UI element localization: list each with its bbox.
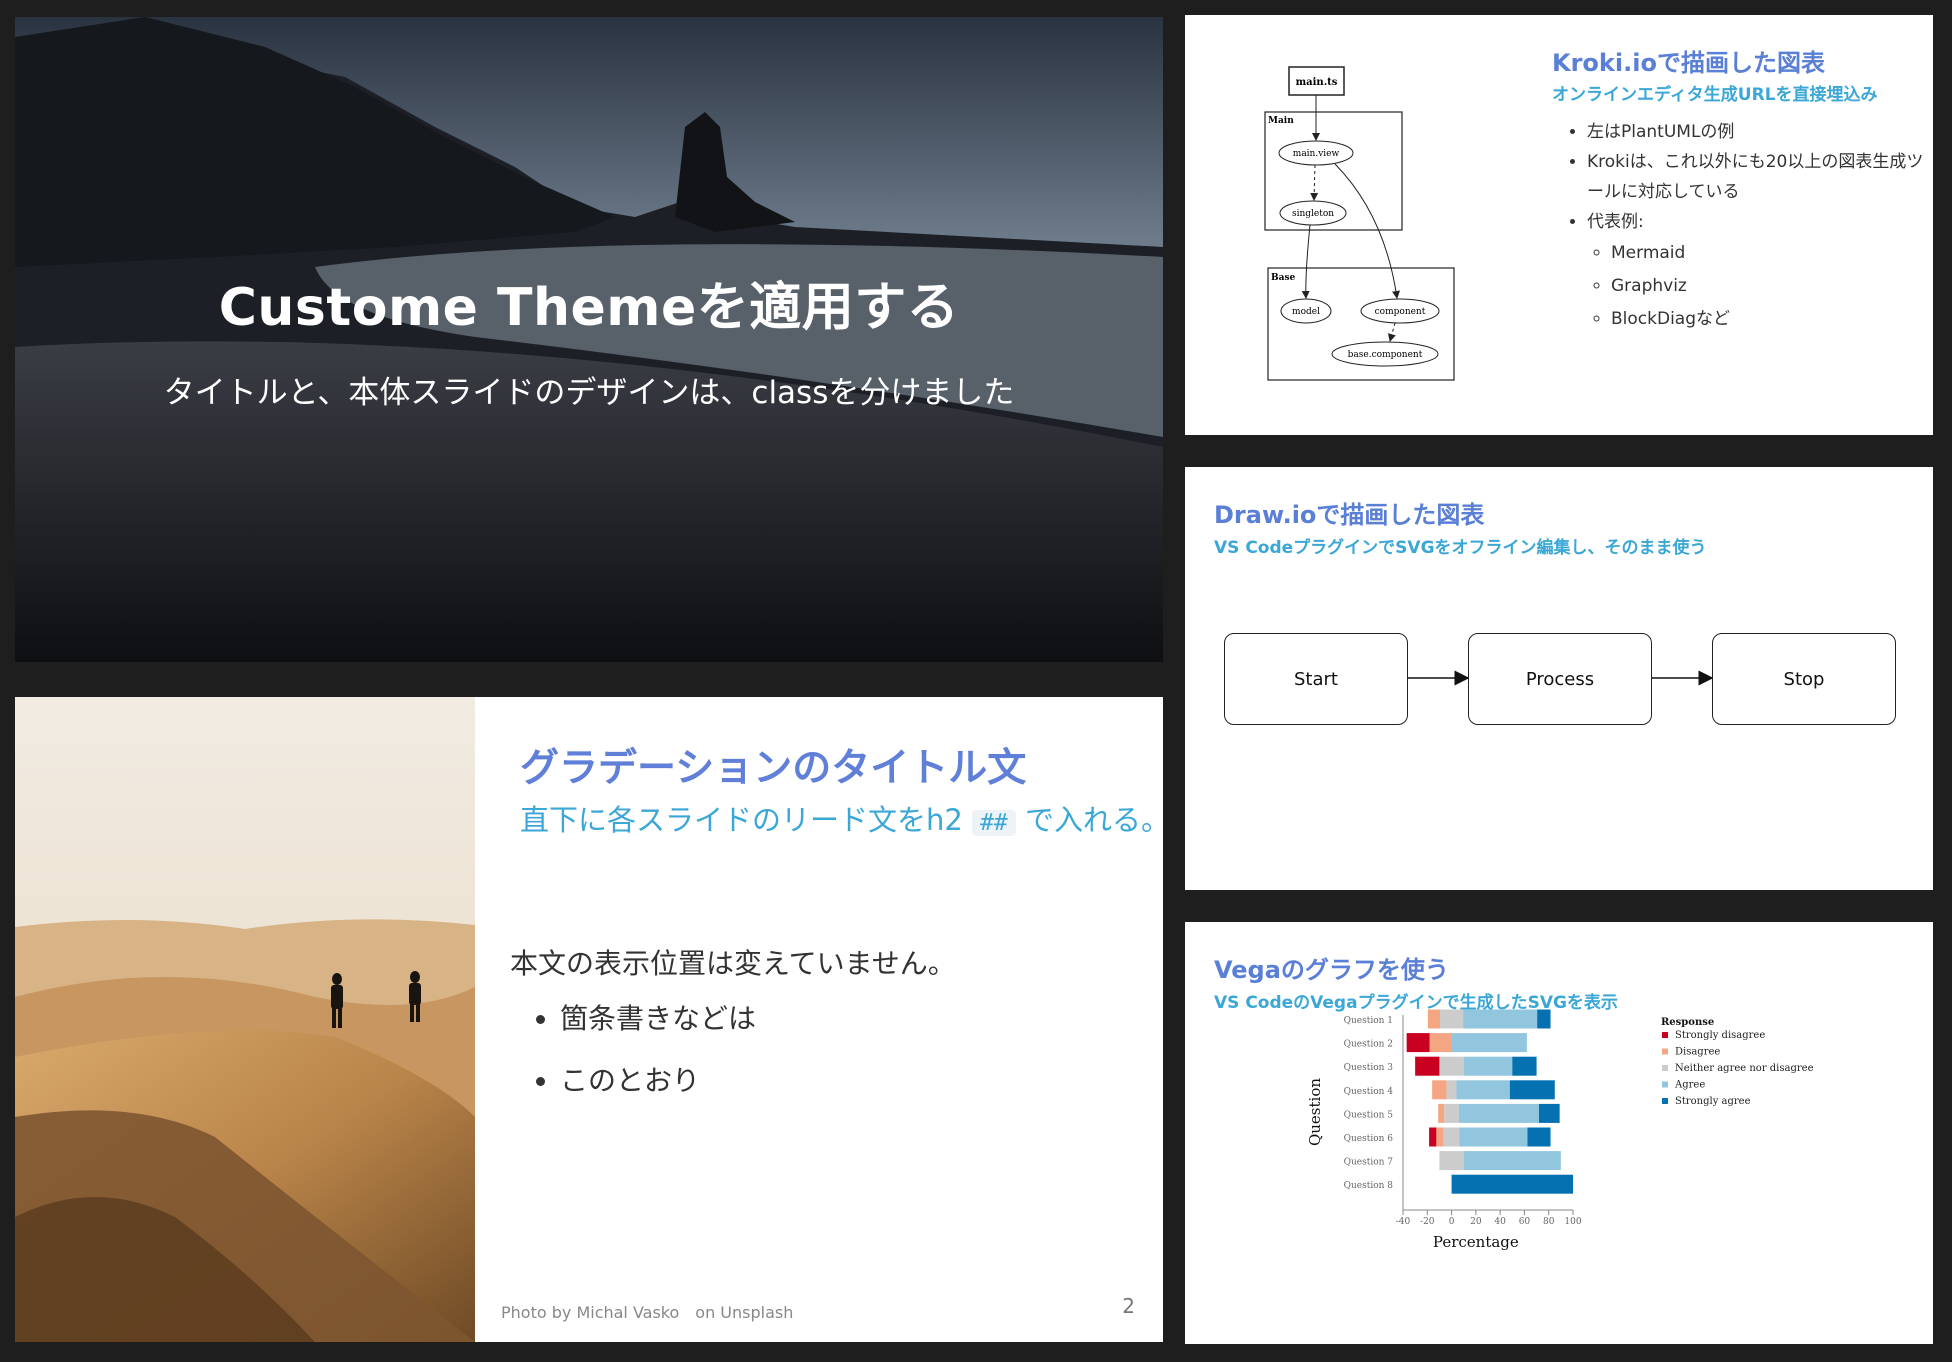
- x-tick-label: 40: [1494, 1217, 1506, 1227]
- lead-text-before: 直下に各スライドのリード文をh2: [520, 803, 963, 837]
- y-tick-label: Question 5: [1344, 1110, 1394, 1120]
- gradient-title: グラデーションのタイトル文: [520, 746, 1027, 791]
- slide-title-heading: Custome Themeを適用する: [218, 278, 960, 338]
- bar: [1406, 1033, 1430, 1053]
- photo-credit: Photo by Michal Vasko on Unsplash: [501, 1303, 794, 1322]
- slide-title[interactable]: Custome Themeを適用する タイトルと、本体スライドのデザインは、cl…: [15, 17, 1163, 662]
- x-axis-title: Percentage: [1433, 1233, 1519, 1251]
- y-tick-label: Question 2: [1344, 1040, 1393, 1050]
- bar: [1439, 1056, 1464, 1076]
- list-item: BlockDiagなど: [1611, 303, 1933, 336]
- x-tick-label: 100: [1564, 1217, 1581, 1227]
- x-tick-label: 80: [1543, 1217, 1555, 1227]
- slide-vega[interactable]: Vegaのグラフを使う VS CodeのVegaプラグインで生成したSVGを表示…: [1185, 922, 1933, 1344]
- bar: [1429, 1127, 1437, 1147]
- bar: [1446, 1080, 1457, 1100]
- y-tick-label: Question 7: [1344, 1158, 1394, 1168]
- desert-photo: [15, 697, 475, 1342]
- bar: [1440, 1009, 1464, 1029]
- y-tick-label: Question 6: [1344, 1134, 1394, 1144]
- lead-code: ##: [972, 810, 1016, 836]
- y-axis-title: Question: [1306, 1078, 1324, 1146]
- plantuml-diagram: main.ts Main main.view singleton Base mo…: [1264, 66, 1455, 381]
- diagram-package-label: Base: [1271, 273, 1296, 283]
- diagram-package-label: Main: [1268, 116, 1294, 126]
- legend-label: Neither agree nor disagree: [1675, 1063, 1814, 1074]
- x-tick-label: -20: [1420, 1217, 1435, 1227]
- bar: [1509, 1080, 1555, 1100]
- diagram-node-label: main.ts: [1296, 77, 1338, 88]
- bar: [1458, 1103, 1539, 1123]
- bar: [1456, 1080, 1510, 1100]
- bar: [1415, 1056, 1440, 1076]
- body-text: 本文の表示位置は変えていません。: [510, 947, 956, 980]
- legend-title: Response: [1661, 1017, 1714, 1028]
- bar: [1537, 1009, 1551, 1029]
- slide-drawio[interactable]: Draw.ioで描画した図表 VS CodeプラグインでSVGをオフライン編集し…: [1185, 467, 1933, 890]
- x-tick-label: 20: [1470, 1217, 1482, 1227]
- slide-heading: Kroki.ioで描画した図表: [1552, 49, 1825, 77]
- list-item: Graphviz: [1611, 270, 1933, 303]
- legend-swatch: [1662, 1065, 1668, 1071]
- bullet-list: 箇条書きなどは このとおり: [540, 997, 756, 1121]
- bar: [1459, 1127, 1528, 1147]
- bar: [1427, 1009, 1441, 1029]
- slide-content[interactable]: グラデーションのタイトル文 直下に各スライドのリード文をh2 ## で入れる。 …: [15, 697, 1163, 1342]
- bar: [1438, 1103, 1445, 1123]
- diagram-node-label: model: [1292, 307, 1320, 317]
- list-item: Mermaid: [1611, 237, 1933, 270]
- bullet-list: 左はPlantUMLの例 Krokiは、これ以外にも20以上の図表生成ツールに対…: [1565, 117, 1933, 336]
- bar: [1439, 1151, 1464, 1171]
- slide-title-subtitle: タイトルと、本体スライドのデザインは、classを分けました: [163, 375, 1015, 411]
- y-tick-label: Question 1: [1344, 1016, 1393, 1026]
- bar: [1451, 1033, 1527, 1053]
- legend-swatch: [1662, 1098, 1668, 1104]
- bar: [1451, 1174, 1573, 1194]
- legend-swatch: [1662, 1081, 1668, 1088]
- y-tick-label: Question 8: [1344, 1181, 1394, 1191]
- diagram-node-label: component: [1375, 307, 1426, 317]
- bar: [1463, 1056, 1513, 1076]
- flow-box-start: Start: [1224, 633, 1408, 725]
- y-tick-label: Question 4: [1344, 1087, 1394, 1097]
- vega-chart: -40 -20 0 20 40 60 80 100 Question 1 Question 2 Qu…: [1306, 1009, 1814, 1251]
- list-item: 箇条書きなどは: [560, 997, 756, 1037]
- x-tick-label: -40: [1396, 1217, 1411, 1227]
- legend-swatch: [1662, 1032, 1668, 1038]
- bar: [1463, 1009, 1538, 1029]
- legend-swatch: [1662, 1048, 1668, 1055]
- y-tick-label: Question 3: [1344, 1063, 1394, 1073]
- x-tick-label: 0: [1449, 1217, 1455, 1227]
- legend-label: Strongly disagree: [1675, 1030, 1765, 1041]
- legend-label: Strongly agree: [1675, 1096, 1751, 1107]
- bar: [1527, 1127, 1551, 1147]
- list-item: このとおり: [560, 1059, 756, 1099]
- diagram-node-label: singleton: [1292, 209, 1334, 219]
- slide-subheading: オンラインエディタ生成URLを直接埋込み: [1552, 85, 1878, 105]
- page-number: 2: [1122, 1294, 1135, 1318]
- list-item-label: 代表例:: [1587, 212, 1644, 232]
- legend-label: Disagree: [1675, 1047, 1720, 1058]
- flow-box-process: Process: [1468, 633, 1652, 725]
- lead-text: 直下に各スライドのリード文をh2 ## で入れる。: [520, 797, 1163, 839]
- list-item: 左はPlantUMLの例: [1587, 117, 1933, 147]
- bar: [1444, 1103, 1459, 1123]
- list-item: Krokiは、これ以外にも20以上の図表生成ツールに対応している: [1587, 147, 1933, 207]
- sub-bullet-list: Mermaid Graphviz BlockDiagなど: [1587, 237, 1933, 336]
- bar: [1443, 1127, 1460, 1147]
- bar: [1429, 1033, 1452, 1053]
- bar: [1463, 1151, 1561, 1171]
- diagram-node-label: base.component: [1348, 350, 1423, 360]
- slide-kroki[interactable]: main.ts Main main.view singleton Base mo…: [1185, 15, 1933, 435]
- bar: [1539, 1103, 1560, 1123]
- lead-text-after: で入れる。: [1024, 803, 1163, 837]
- list-item: 代表例: Mermaid Graphviz BlockDiagなど: [1587, 207, 1933, 336]
- bar: [1512, 1056, 1537, 1076]
- bar: [1432, 1080, 1447, 1100]
- bar: [1436, 1127, 1444, 1147]
- flow-box-stop: Stop: [1712, 633, 1896, 725]
- diagram-node-label: main.view: [1293, 149, 1340, 159]
- legend-label: Agree: [1674, 1080, 1705, 1091]
- x-tick-label: 60: [1519, 1217, 1531, 1227]
